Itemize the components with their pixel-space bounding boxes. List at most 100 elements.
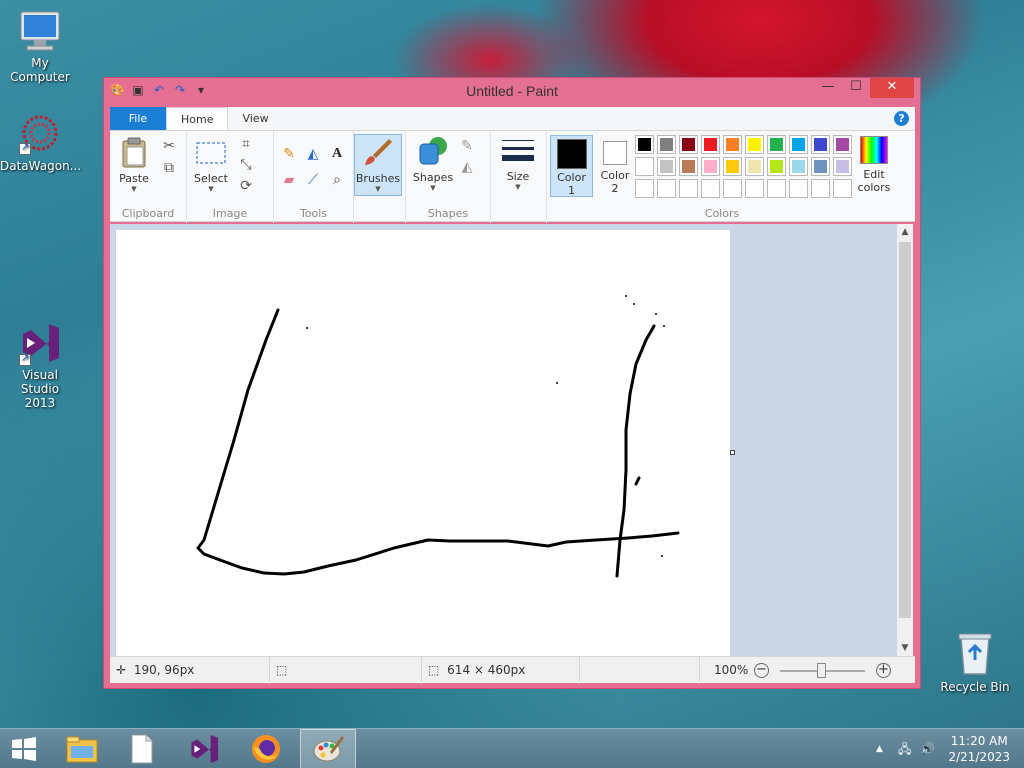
taskbar-firefox[interactable] — [238, 729, 294, 768]
scroll-down-icon[interactable]: ▼ — [897, 640, 913, 656]
brushes-button[interactable]: Brushes ▼ — [354, 134, 402, 196]
outline-icon[interactable]: ✎ — [458, 137, 476, 155]
maximize-button[interactable]: ☐ — [842, 78, 870, 98]
desktop-icon-datawagon[interactable]: DataWagon... — [0, 113, 81, 173]
zoom-out-button[interactable]: − — [754, 663, 769, 678]
close-button[interactable]: ✕ — [870, 78, 914, 98]
dropdown-arrow-icon: ▼ — [208, 185, 214, 193]
brushes-label: Brushes — [355, 172, 401, 185]
magnifier-icon[interactable]: ⌕ — [328, 171, 346, 189]
clock[interactable]: 11:20 AM 2/21/2023 — [948, 733, 1010, 765]
taskbar-visual-studio[interactable] — [176, 729, 232, 768]
minimize-button[interactable]: — — [814, 78, 842, 98]
color-swatch[interactable] — [789, 157, 808, 176]
color-swatch[interactable] — [723, 179, 742, 198]
color-swatch[interactable] — [745, 179, 764, 198]
color-swatch[interactable] — [701, 179, 720, 198]
edit-colors-button[interactable]: Edit colors — [855, 135, 893, 194]
taskbar-paint[interactable] — [300, 729, 356, 768]
color-swatch[interactable] — [811, 135, 830, 154]
dot-mark — [663, 325, 665, 327]
color-swatch[interactable] — [745, 135, 764, 154]
color-swatch[interactable] — [679, 179, 698, 198]
taskbar-file-explorer[interactable] — [54, 729, 110, 768]
color-swatch[interactable] — [679, 157, 698, 176]
color-swatch[interactable] — [789, 179, 808, 198]
color-swatch[interactable] — [723, 157, 742, 176]
left-stroke — [196, 308, 680, 576]
text-icon[interactable]: A — [328, 145, 346, 163]
color-swatch[interactable] — [767, 179, 786, 198]
firefox-icon — [252, 735, 280, 763]
tools-group: ✎ ◭ A ▰ ⟋ ⌕ Tools — [274, 131, 354, 223]
color-swatch[interactable] — [635, 179, 654, 198]
color2-number: 2 — [611, 182, 619, 195]
color-swatch[interactable] — [679, 135, 698, 154]
tab-file[interactable]: File — [110, 107, 166, 130]
desktop-icon-my-computer[interactable]: My Computer — [0, 10, 80, 84]
title-bar[interactable]: 🎨 ▣ ↶ ↷ ▾ Untitled - Paint — ☐ ✕ — [104, 78, 920, 104]
shapes-icon — [419, 137, 447, 165]
zoom-slider-thumb[interactable] — [817, 663, 826, 678]
size-button[interactable]: Size ▼ — [499, 137, 537, 191]
tray-show-hidden-icon[interactable]: ▲ — [876, 729, 883, 768]
rotate-icon[interactable]: ⟳ — [237, 177, 255, 195]
color2-button[interactable]: Color 2 — [595, 135, 635, 197]
tools-group-label: Tools — [299, 207, 328, 220]
taskbar-blank-document[interactable] — [114, 729, 170, 768]
volume-icon[interactable]: 🔊 — [920, 729, 935, 768]
color-swatch[interactable] — [635, 157, 654, 176]
desktop-icon-recycle-bin[interactable]: Recycle Bin — [935, 630, 1015, 694]
color-swatch[interactable] — [833, 135, 852, 154]
scroll-thumb[interactable] — [899, 242, 911, 618]
canvas-workspace — [110, 224, 897, 656]
cut-icon[interactable]: ✂ — [160, 137, 178, 155]
color-swatch[interactable] — [767, 135, 786, 154]
start-button[interactable] — [0, 729, 48, 768]
color2-swatch — [603, 141, 627, 165]
color-swatch[interactable] — [657, 179, 676, 198]
color-swatch[interactable] — [701, 135, 720, 154]
tab-home[interactable]: Home — [166, 107, 229, 130]
resize-icon[interactable]: ⤡ — [237, 156, 255, 174]
color-swatch[interactable] — [723, 135, 742, 154]
clipboard-group: Paste ▼ ✂ ⧉ Clipboard — [110, 131, 187, 223]
vertical-scrollbar[interactable]: ▲ ▼ — [897, 224, 913, 656]
select-button[interactable]: Select ▼ — [191, 137, 231, 193]
shapes-button[interactable]: Shapes ▼ — [412, 134, 454, 192]
color-swatch[interactable] — [745, 157, 764, 176]
fill-icon[interactable]: ◭ — [304, 145, 322, 163]
desktop-icon-visual-studio[interactable]: Visual Studio 2013 — [0, 320, 80, 410]
color-swatch[interactable] — [811, 157, 830, 176]
color-swatch[interactable] — [833, 179, 852, 198]
clock-time: 11:20 AM — [950, 734, 1008, 748]
zoom-in-button[interactable]: + — [876, 663, 891, 678]
color-swatch[interactable] — [767, 157, 786, 176]
copy-icon[interactable]: ⧉ — [160, 159, 178, 177]
tab-view[interactable]: View — [228, 107, 282, 130]
color1-button[interactable]: Color 1 — [550, 135, 593, 197]
color2-label: Color — [600, 169, 630, 182]
cursor-position-icon: ✛ — [116, 663, 127, 677]
color-swatch[interactable] — [789, 135, 808, 154]
color-swatch[interactable] — [657, 157, 676, 176]
drawing-canvas[interactable] — [116, 230, 730, 656]
scroll-up-icon[interactable]: ▲ — [897, 224, 913, 240]
network-icon[interactable]: 🖧 — [898, 729, 911, 768]
shape-fill-icon[interactable]: ◭ — [458, 158, 476, 176]
paste-button[interactable]: Paste ▼ — [114, 137, 154, 193]
crop-icon[interactable]: ⌗ — [237, 135, 255, 153]
pencil-icon[interactable]: ✎ — [280, 145, 298, 163]
color-swatch[interactable] — [833, 157, 852, 176]
brushes-group: Brushes ▼ — [354, 131, 406, 223]
color-swatch[interactable] — [635, 135, 654, 154]
color-swatch[interactable] — [701, 157, 720, 176]
color-swatch[interactable] — [811, 179, 830, 198]
eraser-icon[interactable]: ▰ — [280, 171, 298, 189]
canvas-resize-handle[interactable] — [730, 450, 735, 455]
image-size-icon: ⬚ — [428, 663, 440, 677]
help-icon[interactable]: ? — [894, 111, 909, 126]
color-swatch[interactable] — [657, 135, 676, 154]
image-size-cell: ⬚ 614 × 460px — [422, 657, 580, 684]
color-picker-icon[interactable]: ⟋ — [304, 171, 322, 189]
